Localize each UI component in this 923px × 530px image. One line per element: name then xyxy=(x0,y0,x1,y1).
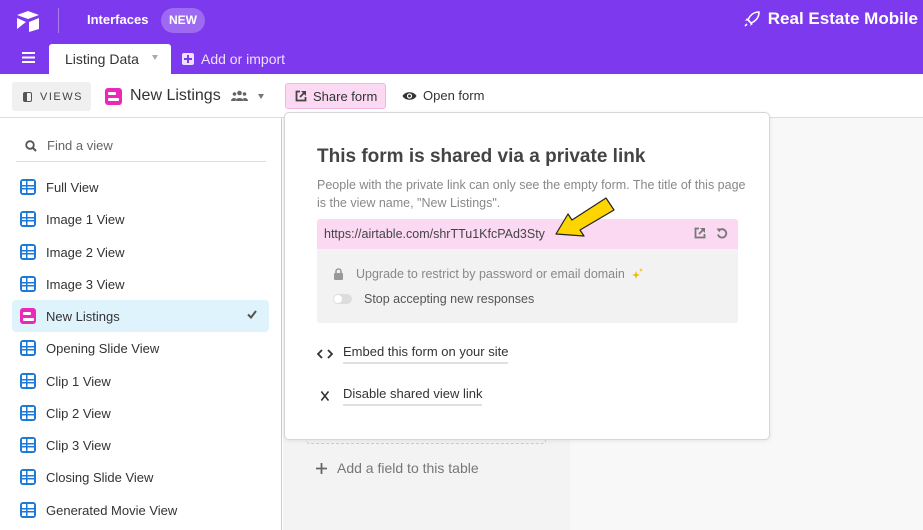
airtable-logo-icon[interactable] xyxy=(15,10,41,32)
share-url-field[interactable]: https://airtable.com/shrTTu1KfcPAd3Sty xyxy=(317,219,738,249)
eye-icon xyxy=(402,91,417,100)
form-view-icon xyxy=(105,87,122,105)
grid-view-icon xyxy=(20,276,36,292)
views-sidebar: Find a view Full View Image 1 View Image… xyxy=(0,118,282,530)
find-view-search[interactable]: Find a view xyxy=(16,130,266,162)
current-view-name: New Listings xyxy=(130,87,221,104)
share-form-popover: This form is shared via a private link P… xyxy=(284,112,770,440)
view-item-label: Clip 3 View xyxy=(46,437,111,453)
view-item-label: Clip 1 View xyxy=(46,373,111,389)
base-title-text: Real Estate Mobile xyxy=(767,9,918,28)
find-view-placeholder: Find a view xyxy=(47,138,113,153)
view-item-generated-movie-view[interactable]: Generated Movie View xyxy=(12,494,269,526)
grid-view-icon xyxy=(20,437,36,453)
view-item-image-3-view[interactable]: Image 3 View xyxy=(12,268,269,300)
view-item-label: Closing Slide View xyxy=(46,469,154,485)
form-view-icon xyxy=(20,308,36,324)
views-toggle-button[interactable]: VIEWS xyxy=(12,82,91,111)
regenerate-link-icon[interactable] xyxy=(716,227,728,239)
restrict-access-label: Upgrade to restrict by password or email… xyxy=(356,266,625,281)
view-item-label: Image 3 View xyxy=(46,276,125,292)
stop-responses-option[interactable]: Stop accepting new responses xyxy=(317,286,738,311)
sparkle-icon xyxy=(631,267,643,279)
view-item-full-view[interactable]: Full View xyxy=(12,171,269,203)
open-form-label: Open form xyxy=(423,88,485,103)
view-item-opening-slide-view[interactable]: Opening Slide View xyxy=(12,332,269,364)
lock-icon xyxy=(334,267,343,280)
view-item-clip-2-view[interactable]: Clip 2 View xyxy=(12,397,269,429)
grid-view-icon xyxy=(20,244,36,260)
grid-view-icon xyxy=(20,340,36,356)
grid-view-icon xyxy=(20,211,36,227)
sidebar-panel-icon xyxy=(23,91,32,102)
view-item-image-2-view[interactable]: Image 2 View xyxy=(12,236,269,268)
new-badge: NEW xyxy=(161,8,205,33)
grid-view-icon xyxy=(20,469,36,485)
restrict-access-option[interactable]: Upgrade to restrict by password or email… xyxy=(317,261,738,286)
search-icon xyxy=(25,139,37,152)
grid-view-icon xyxy=(20,179,36,195)
code-brackets-icon xyxy=(317,349,333,359)
checkmark-icon xyxy=(247,310,257,319)
add-or-import-button[interactable]: Add or import xyxy=(182,51,285,67)
current-view-switcher[interactable]: New Listings xyxy=(105,87,264,105)
view-item-label: New Listings xyxy=(46,308,120,324)
disable-shared-link-label: Disable shared view link xyxy=(343,386,483,406)
open-link-icon[interactable] xyxy=(694,227,706,239)
base-title[interactable]: Real Estate Mobile xyxy=(743,9,918,29)
open-form-button[interactable]: Open form xyxy=(402,88,484,103)
stop-responses-toggle[interactable] xyxy=(333,293,352,304)
plus-square-icon xyxy=(182,53,194,65)
popover-title: This form is shared via a private link xyxy=(317,146,646,167)
share-form-button[interactable]: Share form xyxy=(285,83,386,109)
view-item-label: Full View xyxy=(46,179,99,195)
rocket-icon xyxy=(744,11,760,27)
view-item-label: Clip 2 View xyxy=(46,405,111,421)
divider xyxy=(58,8,59,33)
share-url-text[interactable]: https://airtable.com/shrTTu1KfcPAd3Sty xyxy=(324,227,545,241)
chevron-down-icon xyxy=(257,93,264,99)
view-item-label: Image 2 View xyxy=(46,244,125,260)
embed-form-label: Embed this form on your site xyxy=(343,344,509,364)
plus-icon xyxy=(316,462,327,474)
share-external-icon xyxy=(295,90,307,102)
stop-responses-label: Stop accepting new responses xyxy=(364,291,535,306)
share-link-box: https://airtable.com/shrTTu1KfcPAd3Sty U… xyxy=(317,219,738,323)
share-form-label: Share form xyxy=(313,88,378,104)
view-item-image-1-view[interactable]: Image 1 View xyxy=(12,203,269,235)
add-field-button[interactable]: Add a field to this table xyxy=(316,460,479,476)
grid-view-icon xyxy=(20,405,36,421)
view-item-label: Opening Slide View xyxy=(46,340,160,356)
hamburger-menu-icon[interactable] xyxy=(22,52,35,63)
interfaces-link[interactable]: Interfaces xyxy=(87,12,148,27)
table-tab-label: Listing Data xyxy=(65,51,139,67)
view-item-clip-3-view[interactable]: Clip 3 View xyxy=(12,429,269,461)
grid-view-icon xyxy=(20,502,36,518)
collaborative-people-icon xyxy=(230,90,248,101)
add-or-import-label: Add or import xyxy=(201,51,286,67)
annotation-arrow-icon xyxy=(555,197,615,237)
disable-shared-link-button[interactable]: Disable shared view link xyxy=(317,386,483,406)
close-icon xyxy=(320,391,330,401)
view-item-closing-slide-view[interactable]: Closing Slide View xyxy=(12,461,269,493)
chevron-down-icon[interactable] xyxy=(152,55,158,60)
view-item-new-listings[interactable]: New Listings xyxy=(12,300,269,332)
popover-description: People with the private link can only se… xyxy=(317,178,746,210)
embed-form-button[interactable]: Embed this form on your site xyxy=(317,344,509,364)
grid-view-icon xyxy=(20,373,36,389)
add-field-label: Add a field to this table xyxy=(337,460,479,476)
top-bar: Interfaces NEW Real Estate Mobile Listin… xyxy=(0,0,923,74)
views-label: VIEWS xyxy=(40,90,83,103)
view-item-label: Image 1 View xyxy=(46,211,125,227)
view-item-label: Generated Movie View xyxy=(46,502,178,518)
view-item-clip-1-view[interactable]: Clip 1 View xyxy=(12,365,269,397)
